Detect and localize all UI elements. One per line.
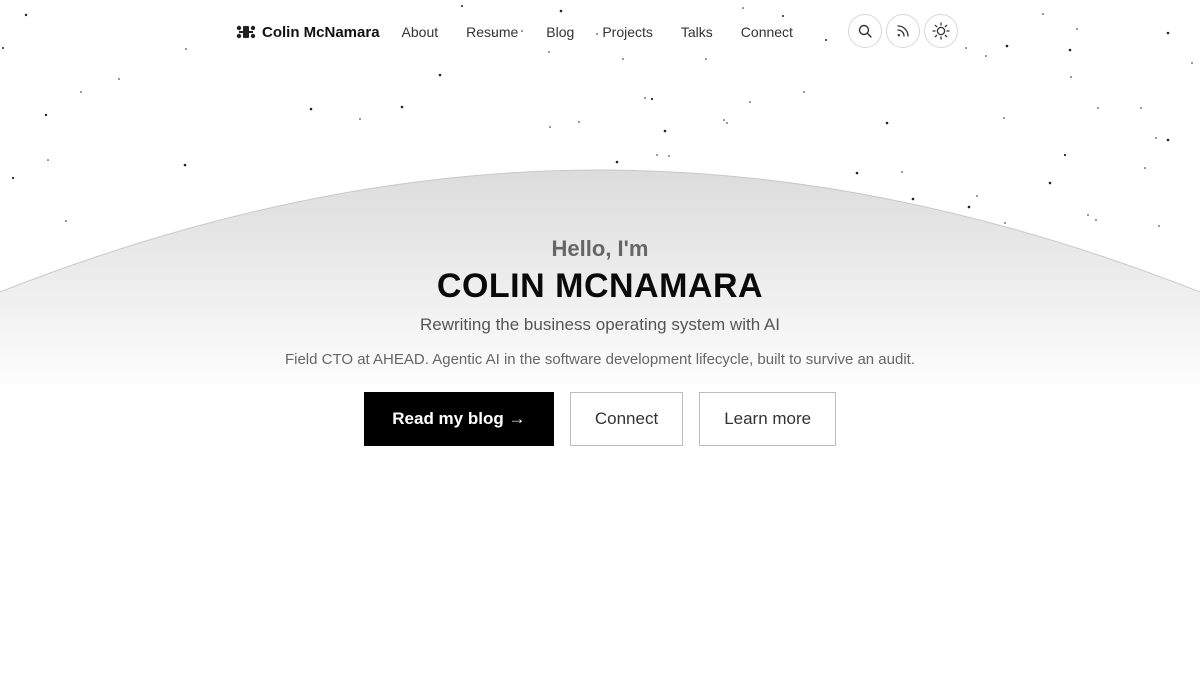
hero-greeting: Hello, I'm bbox=[551, 236, 649, 261]
hero-description: Field CTO at AHEAD. Agentic AI in the so… bbox=[284, 351, 916, 368]
hero-cta-row: Read my blog → Connect Learn more bbox=[0, 392, 1200, 446]
nav-projects[interactable]: Projects bbox=[588, 24, 667, 40]
search-icon bbox=[858, 24, 872, 38]
rss-button[interactable] bbox=[886, 14, 920, 48]
nav-blog[interactable]: Blog bbox=[532, 24, 588, 40]
read-blog-button[interactable]: Read my blog → bbox=[363, 392, 554, 446]
theme-toggle-button[interactable] bbox=[924, 14, 958, 48]
header-icon-buttons bbox=[848, 14, 958, 48]
hero-name: COLIN MCNAMARA bbox=[436, 267, 764, 305]
hero-tagline: Rewriting the business operating system … bbox=[419, 315, 780, 334]
hero-section: Hello, I'm COLIN MCNAMARA Rewriting the … bbox=[0, 232, 1200, 446]
top-navigation: Colin McNamara About Resume Blog Project… bbox=[236, 14, 807, 50]
connect-button[interactable]: Connect bbox=[569, 392, 684, 446]
brand-logo-icon bbox=[236, 25, 256, 39]
nav-about[interactable]: About bbox=[388, 24, 453, 40]
nav-connect[interactable]: Connect bbox=[727, 24, 807, 40]
nav-links: About Resume Blog Projects Talks Connect bbox=[388, 24, 807, 40]
nav-resume[interactable]: Resume bbox=[452, 24, 532, 40]
brand-name: Colin McNamara bbox=[262, 23, 380, 41]
rss-icon bbox=[897, 25, 909, 37]
learn-more-button[interactable]: Learn more bbox=[699, 392, 837, 446]
sun-icon bbox=[932, 22, 950, 40]
brand-home-link[interactable]: Colin McNamara bbox=[236, 23, 380, 41]
search-button[interactable] bbox=[848, 14, 882, 48]
nav-talks[interactable]: Talks bbox=[667, 24, 727, 40]
page: Colin McNamara About Resume Blog Project… bbox=[0, 0, 1200, 675]
